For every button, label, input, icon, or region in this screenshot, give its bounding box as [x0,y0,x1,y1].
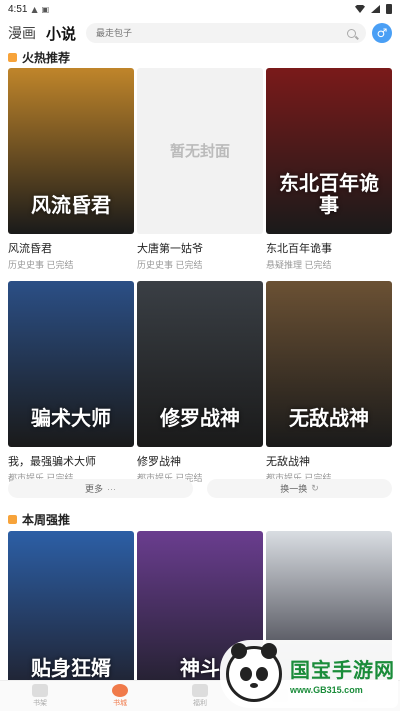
cover-title: 风流昏君 [31,193,111,217]
search-icon[interactable] [347,28,356,38]
section-hot-label: 火热推荐 [22,51,71,65]
bookshelf-icon [32,684,48,697]
tab-comics[interactable]: 漫画 [8,23,36,43]
status-bar: 4:51 ▲ ▣ [0,0,400,18]
book-title[interactable]: 风流昏君 [8,240,134,256]
battery-icon [386,4,392,14]
bookstore-icon [112,684,128,697]
cover-title: 骗术大师 [31,406,111,430]
hot-book-grid: 风流昏君 风流昏君 历史史事 已完结 暂无封面 大唐第一姑爷 历史史事 已完结 东北百年诡事… [8,68,392,484]
sim-icon: ▣ [41,4,50,14]
top-bar: 漫画 小说 ♂ [0,20,400,46]
refresh-label: 换一换 [280,484,308,494]
nav-label: 书架 [33,700,47,707]
cover-title: 贴身狂婿 [31,656,111,680]
book-title[interactable]: 我，最强骗术大师 [8,453,134,469]
book-title[interactable]: 大唐第一姑爷 [137,240,263,256]
book-meta: 历史史事 已完结 [8,260,74,270]
refresh-button[interactable]: 换一换 ↻ [207,479,392,498]
nav-item-bookshelf[interactable]: 书架 [0,681,80,711]
watermark-title: 国宝手游网 [290,657,395,682]
signal-icon [371,5,380,13]
cover-title: 东北百年诡事 [279,171,379,217]
book-cover[interactable]: 暂无封面 [137,68,263,234]
tab-novels[interactable]: 小说 [46,23,76,44]
status-time: 4:51 [8,3,28,15]
bookmark-icon [8,515,17,524]
search-input[interactable] [96,28,336,38]
search-bar[interactable] [86,23,366,43]
more-button[interactable]: 更多 ··· [8,479,193,498]
book-cover[interactable]: 东北百年诡事 [266,68,392,234]
notification-icon: ▲ [31,4,38,14]
book-card[interactable]: 修罗战神 修罗战神 都市娱乐 已完结 [137,281,263,484]
watermark-url: www.GB315.com [290,684,363,695]
book-cover[interactable]: 贴身狂婿 [8,531,134,697]
welfare-icon [192,684,208,697]
nav-item-bookstore[interactable]: 书城 [80,681,160,711]
book-meta: 历史史事 已完结 [137,260,203,270]
gender-switch-icon[interactable]: ♂ [372,23,392,43]
book-title[interactable]: 无敌战神 [266,453,392,469]
book-card[interactable]: 风流昏君 风流昏君 历史史事 已完结 [8,68,134,271]
bookmark-icon [8,53,17,62]
section-actions: 更多 ··· 换一换 ↻ [8,479,392,498]
nav-label: 福利 [193,700,207,707]
section-weekly-title: 本周强推 [8,511,70,528]
book-card[interactable]: 骗术大师 我，最强骗术大师 都市娱乐 已完结 [8,281,134,484]
cover-title: 修罗战神 [160,406,240,430]
book-card[interactable]: 贴身狂婿 [8,531,134,697]
panda-logo-icon [226,643,282,702]
cover-title: 暂无封面 [169,141,230,160]
site-watermark: 国宝手游网 www.GB315.com [220,640,398,708]
book-cover[interactable]: 骗术大师 [8,281,134,447]
wifi-icon [355,5,365,13]
book-cover[interactable]: 修罗战神 [137,281,263,447]
book-meta: 悬疑推理 已完结 [266,260,332,270]
more-label: 更多 [84,484,103,494]
book-card[interactable]: 东北百年诡事 东北百年诡事 悬疑推理 已完结 [266,68,392,271]
nav-label: 书城 [113,700,127,707]
book-cover[interactable]: 风流昏君 [8,68,134,234]
ellipsis-icon: ··· [107,483,116,494]
book-card[interactable]: 无敌战神 无敌战神 都市娱乐 已完结 [266,281,392,484]
book-cover[interactable]: 无敌战神 [266,281,392,447]
cover-title: 无敌战神 [289,406,369,430]
book-card[interactable]: 暂无封面大唐第一姑爷历史史事 已完结 [137,68,263,271]
section-hot-title: 火热推荐 [8,49,70,66]
book-title[interactable]: 东北百年诡事 [266,240,392,256]
refresh-icon: ↻ [311,483,319,493]
cover-title: 神斗 [180,656,220,680]
book-title[interactable]: 修罗战神 [137,453,263,469]
section-weekly-label: 本周强推 [22,513,71,527]
